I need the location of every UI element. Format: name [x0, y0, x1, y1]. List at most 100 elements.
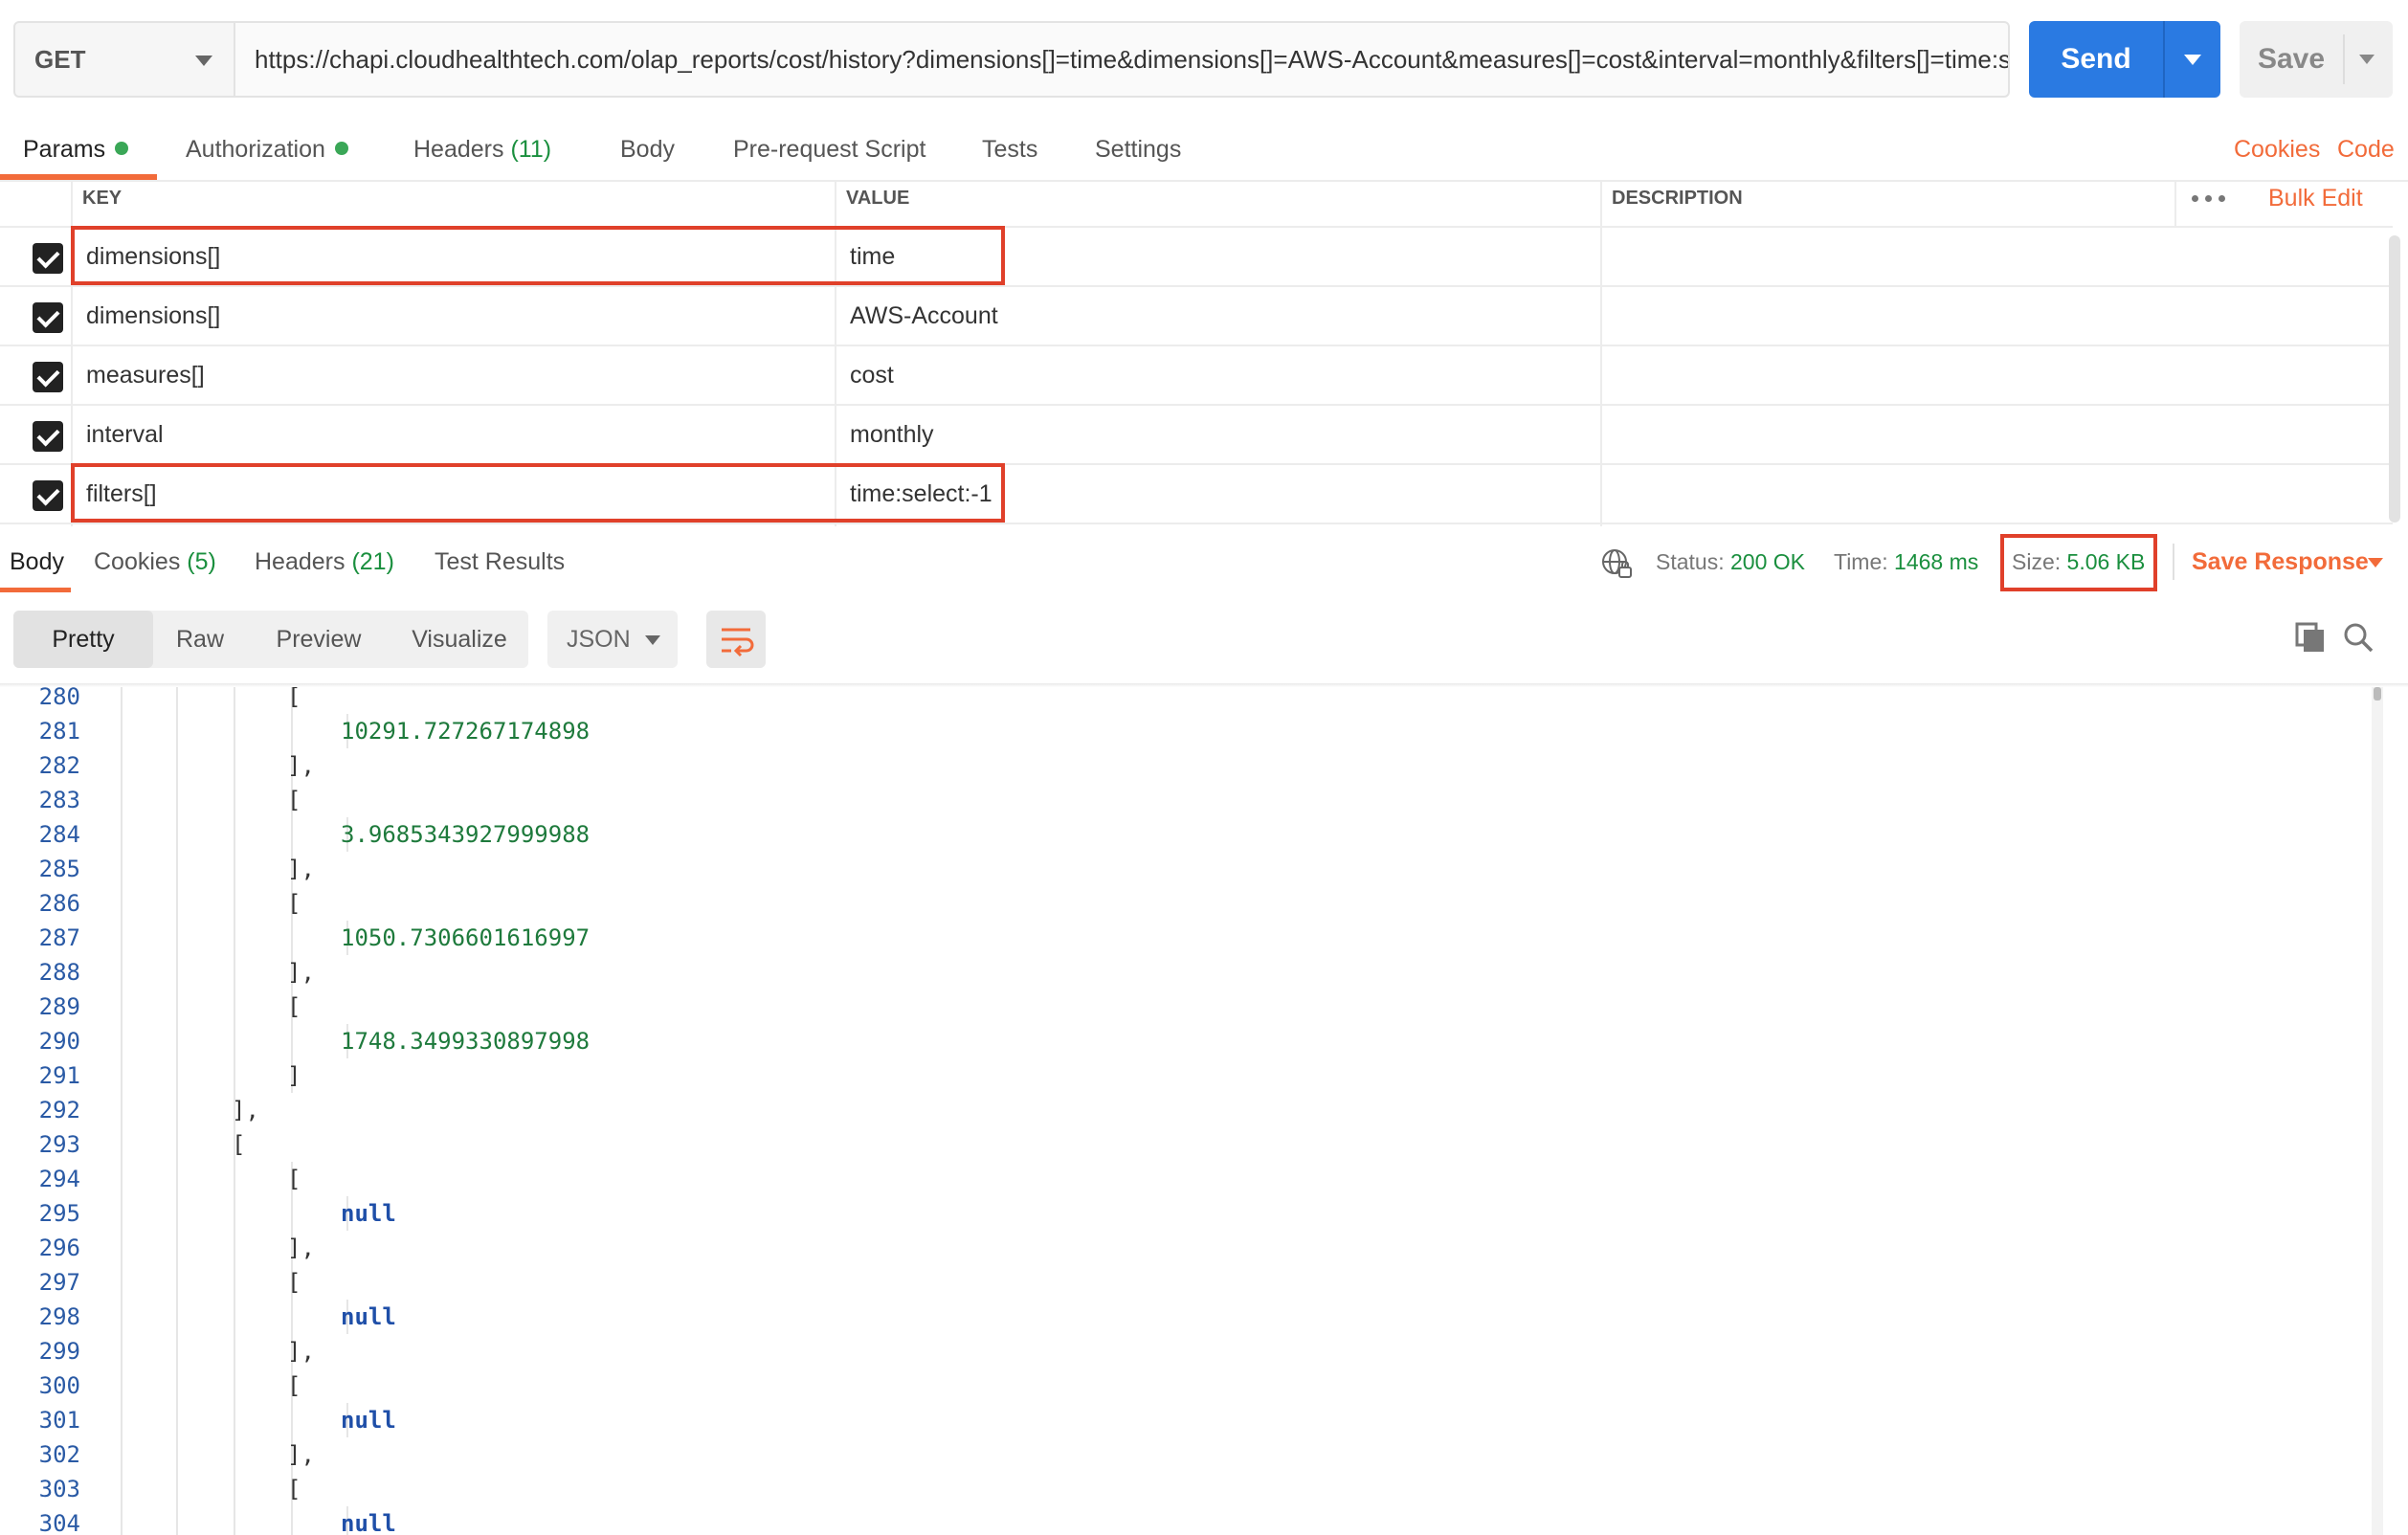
- tab-response-body[interactable]: Body: [10, 532, 64, 591]
- line-number: 298: [38, 1303, 80, 1330]
- json-null-value: null: [341, 1303, 396, 1330]
- param-enabled-checkbox[interactable]: [33, 362, 63, 392]
- line-number: 281: [38, 718, 80, 745]
- code-line: 300 [: [0, 1368, 2364, 1403]
- code-line: 285],: [0, 852, 2364, 886]
- param-value[interactable]: monthly: [850, 406, 934, 463]
- line-number: 295: [38, 1200, 80, 1227]
- time-value: 1468 ms: [1894, 549, 1979, 574]
- more-options-icon[interactable]: [2192, 189, 2226, 209]
- time-indicator: Time: 1468 ms: [1834, 532, 1978, 591]
- line-number: 303: [38, 1476, 80, 1502]
- tab-authorization[interactable]: Authorization: [186, 122, 348, 182]
- param-key[interactable]: measures[]: [86, 346, 205, 404]
- tab-response-headers-count: (21): [351, 548, 394, 575]
- tab-tests[interactable]: Tests: [982, 122, 1037, 182]
- send-button[interactable]: Send: [2029, 21, 2220, 98]
- view-pretty-button[interactable]: Pretty: [13, 611, 153, 668]
- tab-headers[interactable]: Headers (11): [413, 122, 551, 182]
- save-label: Save: [2257, 43, 2326, 75]
- line-number: 294: [38, 1166, 80, 1192]
- globe-lock-icon[interactable]: [1600, 547, 1633, 580]
- line-number: 287: [38, 924, 80, 951]
- format-select[interactable]: JSON: [547, 611, 678, 668]
- param-value[interactable]: AWS-Account: [850, 287, 998, 345]
- request-bar: GET https://chapi.cloudhealthtech.com/ol…: [0, 0, 2408, 122]
- wrap-lines-icon[interactable]: [706, 611, 766, 668]
- line-number: 299: [38, 1338, 80, 1365]
- line-number: 288: [38, 959, 80, 986]
- json-number-value: 10291.727267174898: [341, 718, 591, 745]
- code-line: 299],: [0, 1334, 2364, 1368]
- tab-test-results[interactable]: Test Results: [435, 532, 565, 591]
- code-line: 303 [: [0, 1472, 2364, 1506]
- time-label: Time:: [1834, 549, 1888, 574]
- tab-headers-label: Headers: [413, 136, 504, 163]
- code-line: 302],: [0, 1437, 2364, 1472]
- code-line: 286 [: [0, 886, 2364, 921]
- save-response-chevron-icon[interactable]: [2368, 558, 2383, 567]
- tab-body[interactable]: Body: [620, 122, 675, 182]
- tab-authorization-label: Authorization: [186, 136, 325, 163]
- code-line: 281 10291.727267174898: [0, 714, 2364, 748]
- tab-response-cookies-label: Cookies: [94, 548, 181, 575]
- chevron-down-icon: [645, 635, 660, 645]
- tab-response-cookies-count: (5): [187, 548, 216, 575]
- param-enabled-checkbox[interactable]: [33, 243, 63, 274]
- param-key[interactable]: interval: [86, 406, 164, 463]
- indent-guide: [291, 714, 293, 748]
- view-raw-button[interactable]: Raw: [153, 611, 247, 668]
- param-value[interactable]: cost: [850, 346, 894, 404]
- divider: [2173, 544, 2174, 580]
- tab-params[interactable]: Params: [23, 122, 129, 182]
- indent-guide: [291, 1506, 293, 1535]
- tab-prerequest-script[interactable]: Pre-request Script: [733, 122, 925, 182]
- method-select[interactable]: GET: [13, 21, 235, 98]
- code-line: 289 [: [0, 990, 2364, 1024]
- status-dot-icon: [115, 142, 129, 155]
- params-table-header: KEY VALUE DESCRIPTION Bulk Edit: [0, 182, 2393, 228]
- line-number: 301: [38, 1407, 80, 1434]
- line-number: 296: [38, 1235, 80, 1261]
- line-number: 282: [38, 752, 80, 779]
- response-body-viewer[interactable]: 280 [281 10291.727267174898 282], 283 [284 3.9…: [0, 687, 2364, 1535]
- response-toolbar: Pretty Raw Preview Visualize JSON: [0, 603, 2408, 676]
- save-response-button[interactable]: Save Response: [2192, 532, 2369, 591]
- line-number: 304: [38, 1510, 80, 1535]
- bulk-edit-link[interactable]: Bulk Edit: [2268, 182, 2363, 214]
- param-enabled-checkbox[interactable]: [33, 302, 63, 333]
- param-key[interactable]: dimensions[]: [86, 287, 220, 345]
- code-link[interactable]: Code: [2337, 122, 2395, 176]
- view-visualize-button[interactable]: Visualize: [390, 611, 528, 668]
- response-scrollbar[interactable]: [2372, 687, 2383, 1535]
- tab-response-cookies[interactable]: Cookies (5): [94, 532, 216, 591]
- json-punctuation: ],: [232, 1097, 259, 1123]
- params-scrollbar[interactable]: [2389, 235, 2400, 523]
- tab-params-label: Params: [23, 136, 106, 163]
- format-value: JSON: [567, 626, 631, 653]
- status-label: Status:: [1656, 549, 1725, 574]
- highlight-box: [2000, 534, 2157, 591]
- line-number: 300: [38, 1372, 80, 1399]
- code-line: 296],: [0, 1231, 2364, 1265]
- tab-settings[interactable]: Settings: [1095, 122, 1181, 182]
- value-column-header: VALUE: [846, 188, 910, 209]
- json-null-value: null: [341, 1510, 396, 1535]
- search-icon[interactable]: [2341, 620, 2375, 655]
- param-enabled-checkbox[interactable]: [33, 480, 63, 511]
- save-button[interactable]: Save: [2240, 21, 2393, 98]
- cookies-link[interactable]: Cookies: [2234, 122, 2320, 176]
- url-input[interactable]: https://chapi.cloudhealthtech.com/olap_r…: [234, 21, 2010, 98]
- save-options-chevron-icon[interactable]: [2359, 55, 2375, 64]
- send-options-chevron-icon[interactable]: [2184, 55, 2201, 65]
- key-column-header: KEY: [82, 188, 123, 209]
- view-mode-group: Pretty Raw Preview Visualize: [13, 611, 528, 668]
- code-line: 298 null: [0, 1300, 2364, 1334]
- line-number: 283: [38, 787, 80, 813]
- line-number: 293: [38, 1131, 80, 1158]
- view-preview-button[interactable]: Preview: [247, 611, 390, 668]
- param-enabled-checkbox[interactable]: [33, 421, 63, 452]
- json-punctuation: [: [287, 687, 301, 710]
- tab-response-headers[interactable]: Headers (21): [255, 532, 394, 591]
- copy-icon[interactable]: [2293, 620, 2328, 655]
